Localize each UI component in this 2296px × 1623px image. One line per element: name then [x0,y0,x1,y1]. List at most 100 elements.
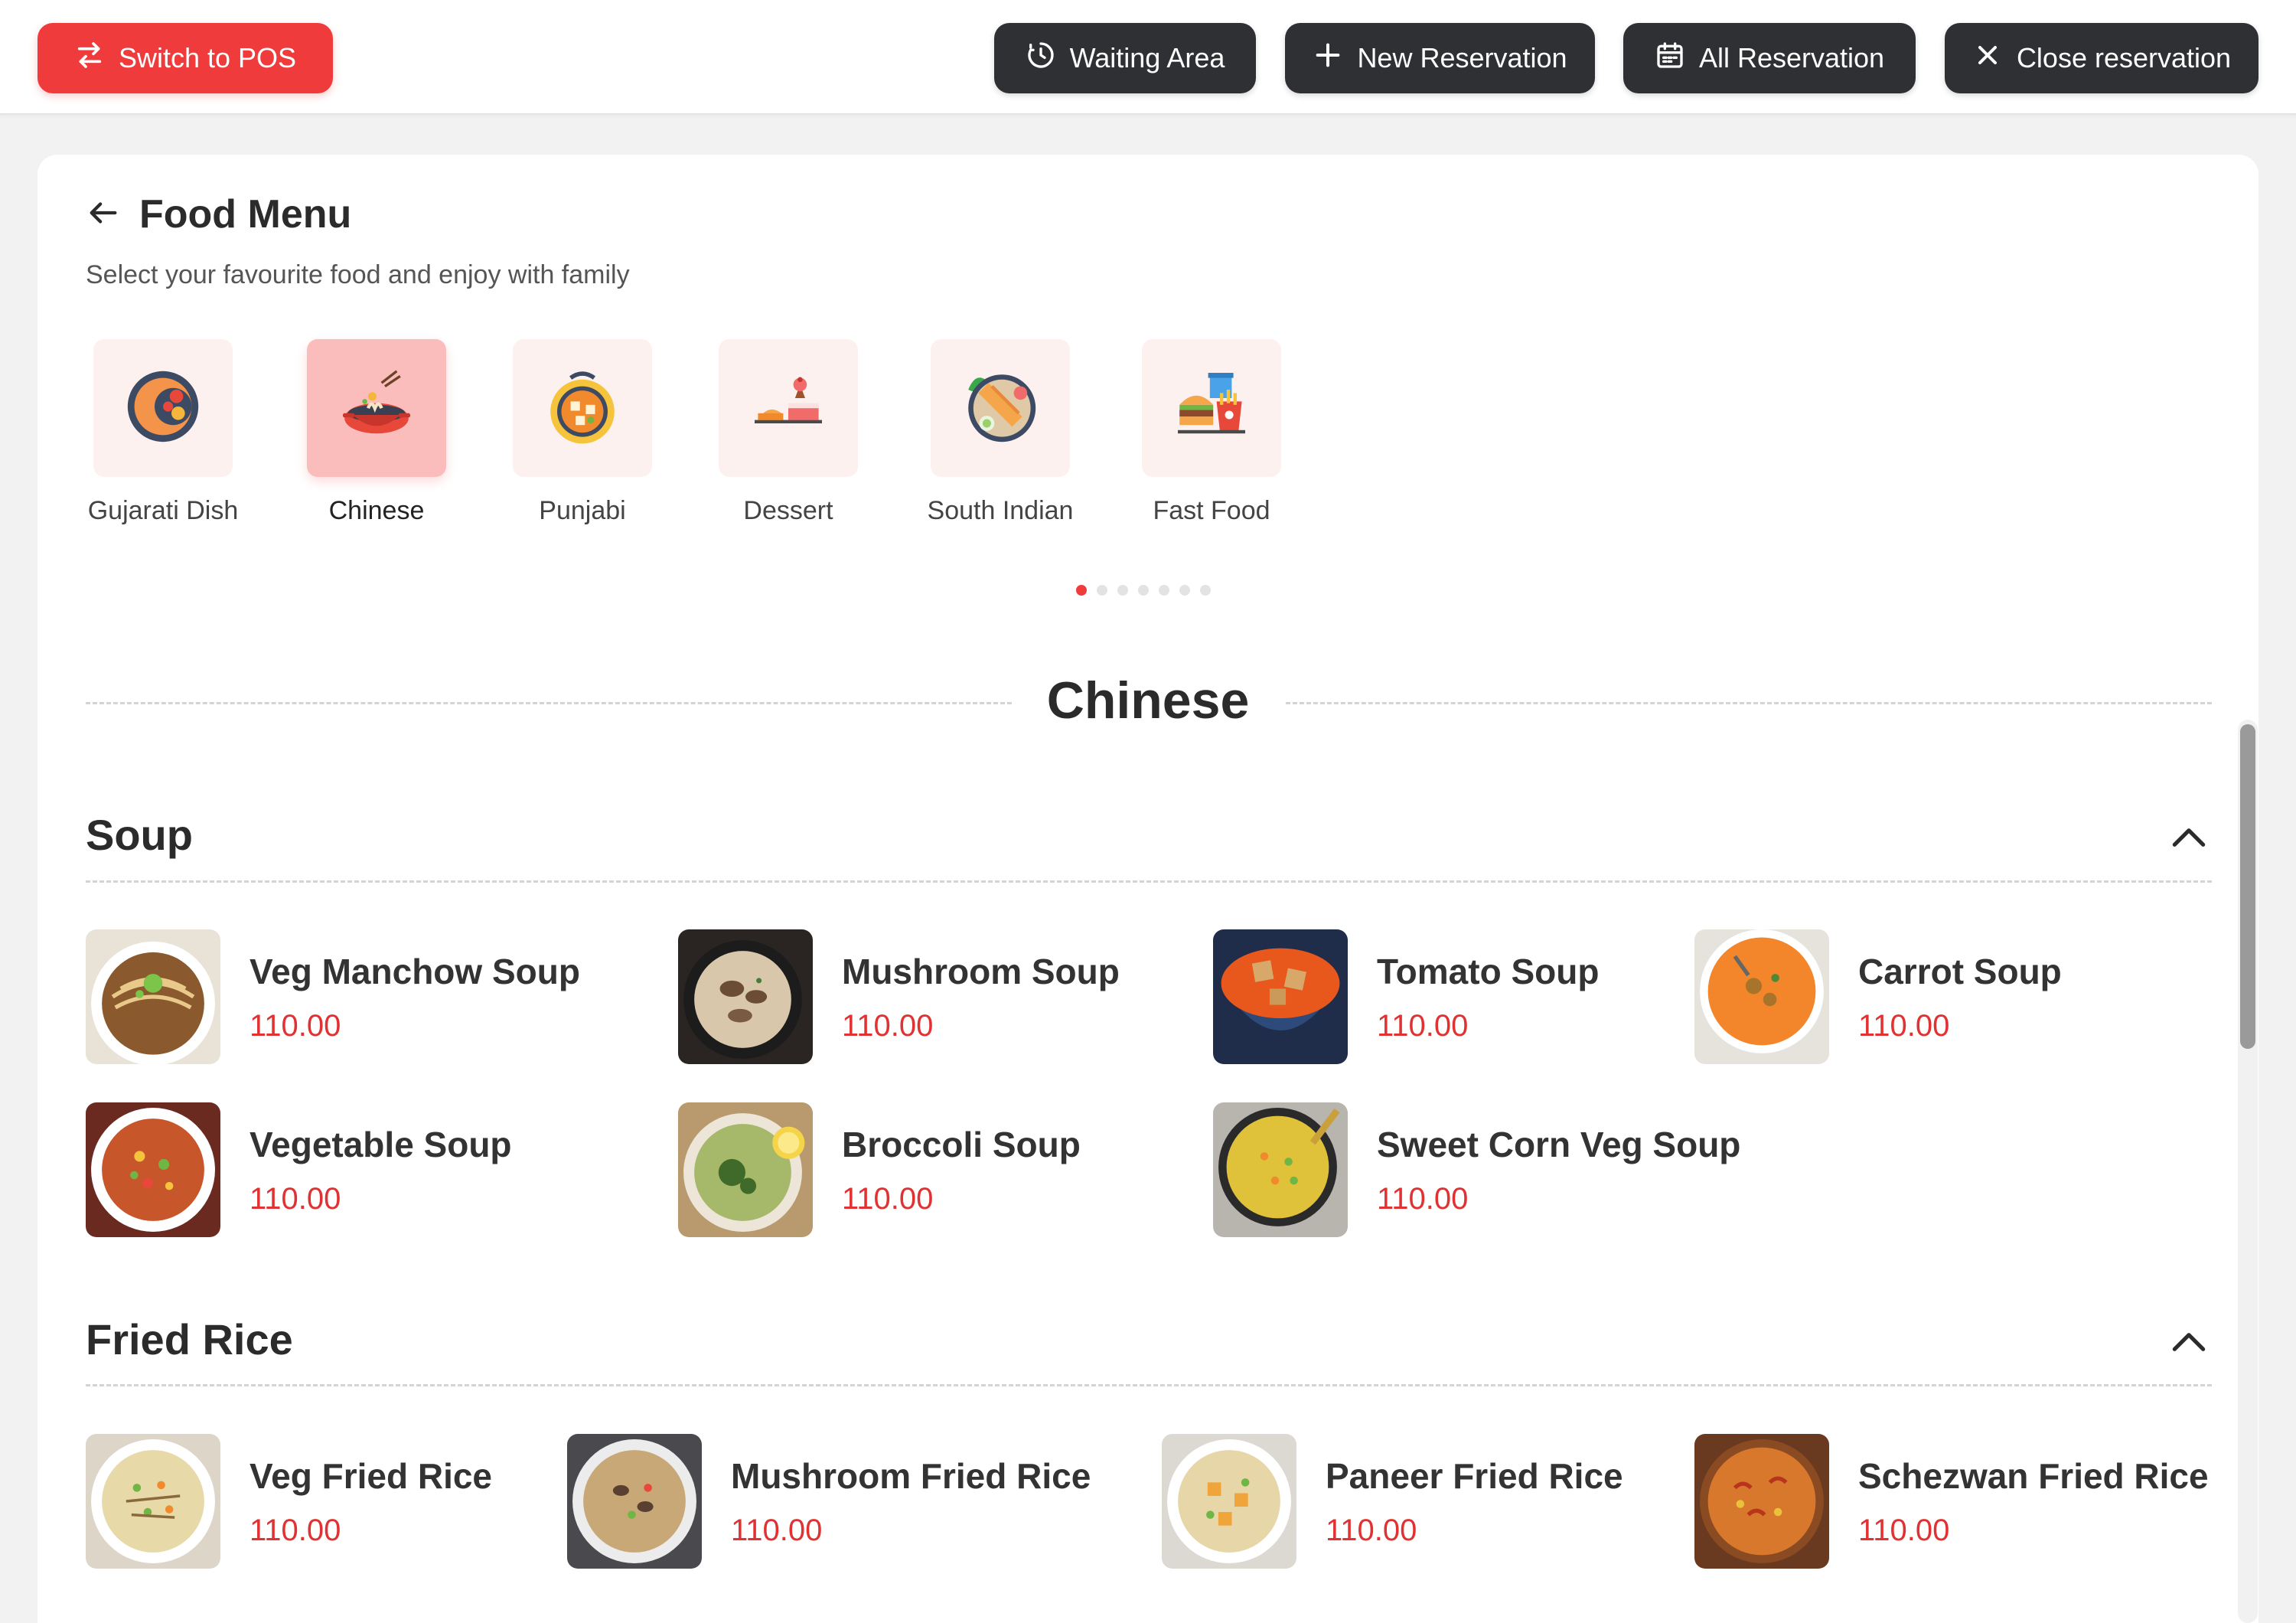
all-reservation-label: All Reservation [1698,42,1885,73]
item-name: Broccoli Soup [842,1124,1081,1164]
item-price: 110.00 [1377,1008,1469,1043]
category-tile [307,339,446,477]
menu-item[interactable]: Veg Manchow Soup 110.00 [86,929,580,1064]
category-chinese[interactable]: Chinese [307,339,446,525]
carousel-dot[interactable] [1200,585,1211,596]
category-label: Gujarati Dish [87,496,239,525]
carousel-dot[interactable] [1159,585,1169,596]
dessert-icon [746,364,830,452]
item-name: Mushroom Soup [842,951,1120,991]
food-image [86,929,220,1064]
divider [86,702,1012,704]
group-title-soup: Soup [86,811,193,859]
food-image [1694,929,1829,1064]
category-south-indian[interactable]: South Indian [928,339,1073,525]
chinese-icon [334,364,419,452]
item-price: 110.00 [1858,1008,1950,1043]
menu-item[interactable]: Vegetable Soup 110.00 [86,1102,512,1237]
divider [1286,702,2212,704]
food-image [678,1102,813,1237]
category-punjabi[interactable]: Punjabi [513,339,652,525]
top-bar: Switch to POS Waiting Area New Reservati… [0,0,2296,115]
item-price: 110.00 [249,1513,341,1547]
item-price: 110.00 [1326,1513,1417,1547]
item-price: 110.00 [842,1008,934,1043]
menu-item[interactable]: Sweet Corn Veg Soup 110.00 [1213,1102,1740,1237]
food-image [86,1102,220,1237]
chevron-up-icon[interactable] [2167,816,2210,859]
item-name: Veg Fried Rice [249,1455,493,1496]
carousel-dot[interactable] [1076,585,1087,596]
menu-item[interactable]: Schezwan Fried Rice 110.00 [1694,1434,2209,1569]
menu-item[interactable]: Veg Fried Rice 110.00 [86,1434,492,1569]
new-reservation-label: New Reservation [1357,42,1567,73]
category-label: Punjabi [539,496,626,525]
category-gujarati-dish[interactable]: Gujarati Dish [88,339,238,525]
group-divider [86,1384,2212,1386]
food-image [1213,1102,1348,1237]
punjabi-icon [540,364,625,452]
category-tile [719,339,858,477]
carousel-dot[interactable] [1097,585,1107,596]
cuisine-title: Chinese [1046,671,1250,730]
food-image [86,1434,220,1569]
swap-arrows-icon [74,40,105,77]
category-dessert[interactable]: Dessert [719,339,858,525]
item-name: Mushroom Fried Rice [731,1455,1091,1496]
back-arrow-icon[interactable] [86,195,121,234]
carousel-pagination [1076,585,1211,596]
group-title-fried-rice: Fried Rice [86,1315,293,1363]
item-price: 110.00 [249,1008,341,1043]
category-tile [1142,339,1281,477]
menu-item[interactable]: Mushroom Fried Rice 110.00 [567,1434,1091,1569]
item-price: 110.00 [249,1181,341,1216]
fast-food-icon [1169,364,1254,452]
category-label: Dessert [743,496,833,525]
carousel-dot[interactable] [1179,585,1190,596]
close-reservation-button[interactable]: Close reservation [1945,23,2258,93]
menu-item[interactable]: Mushroom Soup 110.00 [678,929,1120,1064]
waiting-area-button[interactable]: Waiting Area [994,23,1256,93]
item-name: Tomato Soup [1377,951,1600,991]
category-tile [93,339,233,477]
item-price: 110.00 [842,1181,934,1216]
carousel-dot[interactable] [1138,585,1149,596]
category-label: South Indian [927,496,1074,525]
chevron-up-icon[interactable] [2167,1321,2210,1363]
menu-item[interactable]: Tomato Soup 110.00 [1213,929,1599,1064]
calendar-icon [1655,40,1685,77]
carousel-dot[interactable] [1117,585,1128,596]
switch-to-pos-label: Switch to POS [118,42,297,73]
item-name: Sweet Corn Veg Soup [1377,1124,1741,1164]
close-reservation-label: Close reservation [2016,42,2232,73]
item-price: 110.00 [731,1513,823,1547]
item-name: Vegetable Soup [249,1124,512,1164]
all-reservation-button[interactable]: All Reservation [1623,23,1916,93]
item-name: Carrot Soup [1858,951,2062,991]
category-label: Fast Food [1153,496,1270,525]
category-tile [513,339,652,477]
switch-to-pos-button[interactable]: Switch to POS [38,23,333,93]
close-icon [1972,40,2003,77]
page-title: Food Menu [139,192,352,237]
waiting-area-label: Waiting Area [1069,42,1225,73]
category-fast-food[interactable]: Fast Food [1142,339,1281,525]
page-subtitle: Select your favourite food and enjoy wit… [86,260,630,289]
food-image [1213,929,1348,1064]
menu-item[interactable]: Paneer Fried Rice 110.00 [1162,1434,1623,1569]
group-divider [86,880,2212,883]
food-image [1162,1434,1296,1569]
item-price: 110.00 [1377,1181,1469,1216]
scrollbar-thumb[interactable] [2240,724,2255,1049]
item-name: Veg Manchow Soup [249,951,580,991]
item-name: Schezwan Fried Rice [1858,1455,2209,1496]
category-tile [931,339,1070,477]
menu-item[interactable]: Broccoli Soup 110.00 [678,1102,1081,1237]
page-header: Food Menu [86,191,351,237]
menu-item[interactable]: Carrot Soup 110.00 [1694,929,2062,1064]
new-reservation-button[interactable]: New Reservation [1285,23,1595,93]
item-price: 110.00 [1858,1513,1950,1547]
plus-icon [1313,40,1343,77]
item-name: Paneer Fried Rice [1326,1455,1623,1496]
food-image [567,1434,702,1569]
